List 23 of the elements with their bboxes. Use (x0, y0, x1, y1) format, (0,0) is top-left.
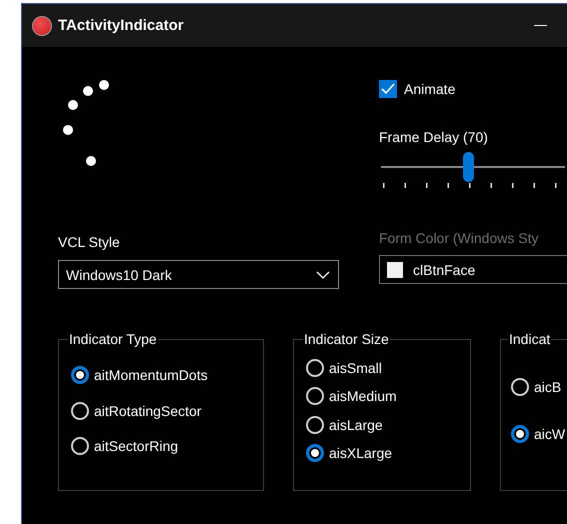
app-logo-icon (32, 16, 52, 36)
radio-option[interactable]: aisLarge (306, 416, 383, 434)
radio-option[interactable]: aitRotatingSector (71, 402, 202, 420)
radio-option[interactable]: aisXLarge (306, 444, 392, 462)
frame-delay-slider[interactable] (379, 151, 565, 183)
radio-option[interactable]: aicB (511, 378, 562, 396)
animate-checkbox[interactable]: Animate (379, 79, 456, 99)
color-swatch-icon (387, 262, 403, 278)
chevron-down-icon (316, 270, 330, 278)
radio-option[interactable]: aisSmall (306, 359, 382, 378)
slider-label: Frame Delay (70) (379, 128, 489, 146)
group-title: Indicator Size (303, 331, 390, 347)
field-label: Form Color (Windows Sty (379, 229, 540, 247)
radio-option[interactable]: aitMomentumDots (71, 366, 208, 384)
group-title: Indicat (508, 331, 552, 347)
group-title: Indicator Type (68, 331, 158, 347)
check-icon (381, 83, 395, 95)
style-dropdown[interactable]: Windows10 Dark (58, 260, 339, 289)
window-title: TActivityIndicator (58, 17, 184, 34)
radio-option[interactable]: aisMedium (306, 387, 397, 406)
radio-option[interactable]: aicW (511, 425, 566, 443)
radio-option[interactable]: aitSectorRing (71, 436, 178, 455)
field-label: VCL Style (58, 233, 121, 251)
